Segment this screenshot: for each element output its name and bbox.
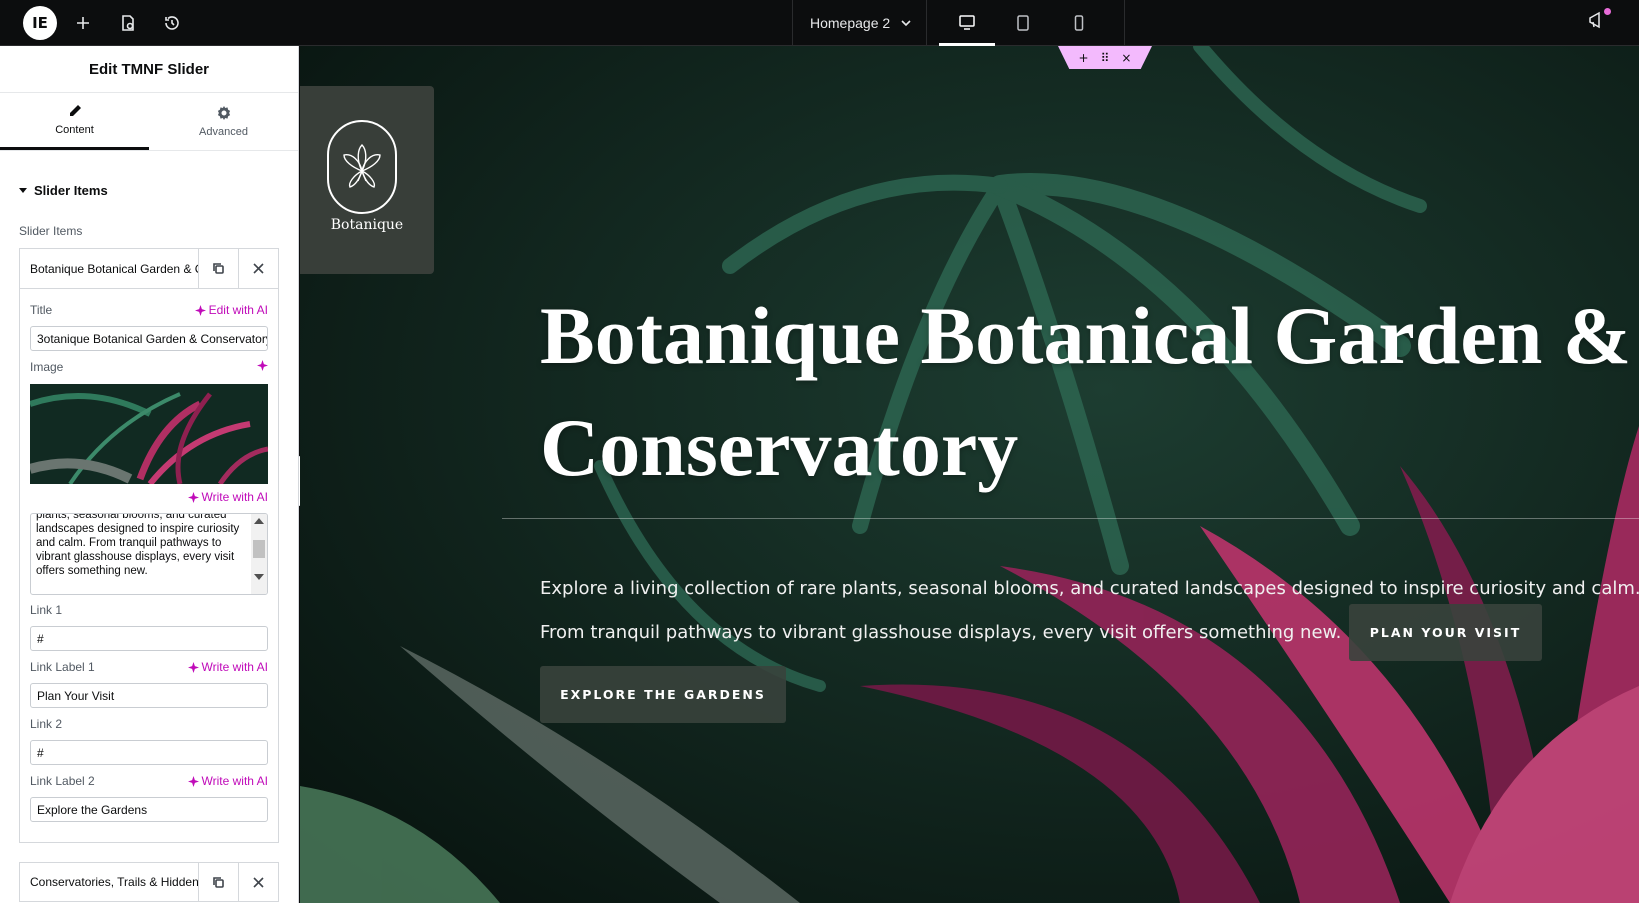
link1-input[interactable]: # [30, 626, 268, 651]
repeater-label: Slider Items [19, 224, 83, 238]
title-label: Title [30, 303, 53, 317]
repeater-item-header[interactable]: Botanique Botanical Garden & C [20, 248, 278, 289]
device-switcher [927, 0, 1125, 46]
notifications-icon[interactable] [1587, 8, 1611, 34]
add-section-icon[interactable]: + [1079, 51, 1089, 65]
section-toggle-slider-items[interactable]: Slider Items [19, 183, 108, 198]
duplicate-icon[interactable] [198, 862, 238, 902]
description-write-with-ai-link[interactable]: Write with AI [187, 490, 268, 504]
textarea-scrollbar[interactable] [251, 514, 267, 594]
scroll-up-icon[interactable] [254, 518, 264, 524]
link2-input[interactable]: # [30, 740, 268, 765]
hero-title-line1: Botanique Botanical Garden & [540, 290, 1632, 381]
flower-logo-icon [343, 144, 381, 188]
elementor-logo-icon[interactable]: IE [23, 6, 57, 40]
brand-logo-box[interactable]: Botanique [300, 86, 434, 274]
repeater-item-title: Botanique Botanical Garden & C [30, 261, 198, 276]
hero-title[interactable]: Botanique Botanical Garden & Conservator… [540, 280, 1639, 504]
tab-content-label: Content [55, 124, 94, 136]
write-with-ai-label: Write with AI [201, 774, 268, 788]
page-selector[interactable]: Homepage 2 [792, 0, 927, 46]
ai-sparkle-icon [187, 775, 199, 787]
link2-label: Link 2 [30, 717, 63, 731]
page-settings-icon[interactable] [115, 10, 141, 36]
link-label2-label: Link Label 2 [30, 774, 95, 788]
hero-divider [502, 518, 1639, 519]
edit-with-ai-link[interactable]: Edit with AI [194, 303, 268, 317]
write-with-ai-label: Write with AI [201, 490, 268, 504]
image-preview[interactable] [30, 384, 268, 484]
explore-gardens-button[interactable]: EXPLORE THE GARDENS [540, 666, 786, 723]
link1-label: Link 1 [30, 603, 63, 617]
pencil-icon [69, 105, 81, 116]
editor-panel: Edit TMNF Slider Content Advanced Slider… [0, 46, 299, 903]
top-bar: IE Homepage 2 [0, 0, 1639, 46]
ai-sparkle-icon [194, 304, 206, 316]
close-icon[interactable] [238, 248, 278, 289]
panel-tabs: Content Advanced [0, 93, 298, 151]
gear-icon [217, 105, 230, 120]
mobile-icon[interactable] [1051, 0, 1107, 46]
scroll-thumb[interactable] [253, 540, 265, 558]
history-icon[interactable] [159, 10, 185, 36]
repeater-item-2[interactable]: Conservatories, Trails & Hidden [19, 862, 279, 902]
description-text: plants, seasonal blooms, and curated lan… [36, 513, 240, 577]
scroll-down-icon[interactable] [254, 574, 264, 580]
repeater-item-title: Conservatories, Trails & Hidden [30, 875, 198, 889]
tab-content[interactable]: Content [0, 93, 149, 150]
foliage-thumbnail [30, 384, 268, 484]
duplicate-icon[interactable] [198, 248, 238, 289]
section-handle[interactable]: + ⠿ × [1058, 46, 1152, 69]
tab-advanced[interactable]: Advanced [149, 93, 298, 150]
brand-logo-oval [327, 120, 397, 214]
add-icon[interactable] [70, 10, 96, 36]
link-label2-write-with-ai-link[interactable]: Write with AI [187, 774, 268, 788]
link-label2-input[interactable]: Explore the Gardens [30, 797, 268, 822]
preview-canvas: Botanique Botanique Botanical Garden & C… [300, 46, 1639, 903]
drag-handle-icon[interactable]: ⠿ [1101, 51, 1110, 65]
brand-name: Botanique [330, 217, 404, 233]
chevron-down-icon [901, 20, 911, 27]
description-textarea[interactable]: plants, seasonal blooms, and curated lan… [30, 513, 268, 595]
image-ai-icon[interactable] [257, 360, 268, 371]
image-label: Image [30, 360, 64, 374]
write-with-ai-label: Write with AI [201, 660, 268, 674]
link-label1-write-with-ai-link[interactable]: Write with AI [187, 660, 268, 674]
tab-advanced-label: Advanced [199, 125, 248, 138]
link-label1-input[interactable]: Plan Your Visit [30, 683, 268, 708]
link-label1-label: Link Label 1 [30, 660, 95, 674]
caret-down-icon [19, 188, 27, 193]
panel-title: Edit TMNF Slider [0, 46, 298, 93]
desktop-icon[interactable] [939, 0, 995, 46]
close-icon[interactable] [238, 862, 278, 902]
notification-dot [1604, 8, 1611, 15]
delete-section-icon[interactable]: × [1121, 51, 1131, 65]
page-name: Homepage 2 [810, 15, 891, 31]
ai-sparkle-icon [187, 491, 199, 503]
repeater-item-1: Botanique Botanical Garden & C Title Edi… [19, 248, 279, 843]
section-title: Slider Items [34, 183, 108, 198]
plan-your-visit-button[interactable]: PLAN YOUR VISIT [1349, 604, 1542, 661]
tablet-icon[interactable] [995, 0, 1051, 46]
title-input[interactable]: 3otanique Botanical Garden & Conservator… [30, 326, 268, 351]
edit-with-ai-label: Edit with AI [208, 303, 268, 317]
hero-title-line2: Conservatory [540, 402, 1019, 493]
ai-sparkle-icon [187, 661, 199, 673]
